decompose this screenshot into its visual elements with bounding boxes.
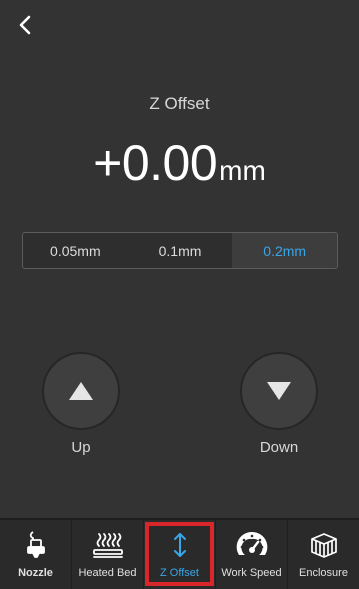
tab-label-nozzle: Nozzle xyxy=(18,567,53,579)
triangle-down-icon xyxy=(267,382,291,400)
tab-label-enclosure: Enclosure xyxy=(299,567,348,579)
z-offset-icon xyxy=(163,530,197,560)
z-offset-screen: Z Offset +0.00mm 0.05mm 0.1mm 0.2mm Up D… xyxy=(0,0,359,589)
tab-label-z-offset: Z Offset xyxy=(160,567,199,579)
z-offset-number: +0.00 xyxy=(93,135,218,191)
bottom-tab-bar: Nozzle Heated Bed Z Offset Work Speed En… xyxy=(0,518,359,589)
tab-label-work-speed: Work Speed xyxy=(221,567,282,579)
back-button[interactable] xyxy=(10,10,40,40)
step-option-0-1mm[interactable]: 0.1mm xyxy=(128,233,233,268)
up-button[interactable] xyxy=(42,352,120,430)
triangle-up-icon xyxy=(69,382,93,400)
chevron-left-icon xyxy=(19,15,31,35)
heated-bed-icon xyxy=(91,530,125,560)
tab-z-offset[interactable]: Z Offset xyxy=(144,520,216,589)
nozzle-icon xyxy=(19,530,53,560)
tab-heated-bed[interactable]: Heated Bed xyxy=(72,520,144,589)
z-offset-value: +0.00mm xyxy=(0,134,359,192)
page-title: Z Offset xyxy=(149,94,210,113)
step-size-selector: 0.05mm 0.1mm 0.2mm xyxy=(22,232,338,269)
tab-enclosure[interactable]: Enclosure xyxy=(288,520,359,589)
up-label: Up xyxy=(71,439,91,456)
tab-nozzle[interactable]: Nozzle xyxy=(0,520,72,589)
step-option-0-05mm[interactable]: 0.05mm xyxy=(23,233,128,268)
tab-label-heated-bed: Heated Bed xyxy=(78,567,137,579)
z-offset-unit: mm xyxy=(219,155,266,186)
down-label: Down xyxy=(259,439,299,456)
speedometer-icon xyxy=(235,530,269,560)
step-option-0-2mm[interactable]: 0.2mm xyxy=(232,233,337,268)
down-button[interactable] xyxy=(240,352,318,430)
enclosure-icon xyxy=(307,530,341,560)
tab-work-speed[interactable]: Work Speed xyxy=(216,520,288,589)
